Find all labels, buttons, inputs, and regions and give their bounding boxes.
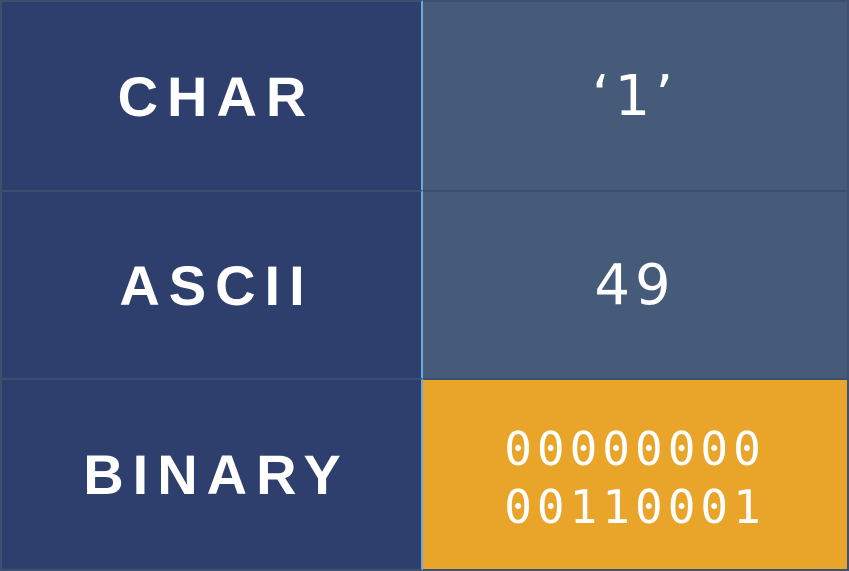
char-encoding-table: CHAR ‘1’ ASCII 49 BINARY 00000000 001100… [0, 0, 849, 571]
row-label-char: CHAR [0, 0, 423, 190]
row-value-char: ‘1’ [423, 0, 849, 190]
binary-low-byte: 00110001 [504, 479, 766, 534]
binary-high-byte: 00000000 [504, 421, 766, 476]
row-label-ascii: ASCII [0, 190, 423, 378]
row-value-ascii: 49 [423, 190, 849, 378]
row-value-binary: 00000000 00110001 [423, 378, 849, 571]
row-label-binary: BINARY [0, 378, 423, 571]
